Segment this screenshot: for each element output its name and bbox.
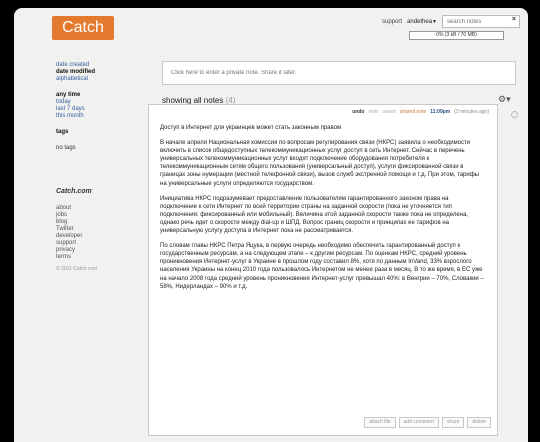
shared-note-badge: shared note: [399, 109, 427, 115]
tags-section: tags: [56, 128, 146, 136]
gear-icon[interactable]: ⚙▾: [498, 94, 511, 105]
note-ago: (3 minutes ago): [454, 109, 489, 115]
copyright: © 2011 Catch.com: [56, 266, 98, 272]
catch-logo[interactable]: Catch: [52, 16, 114, 40]
brand-name: Catch.com: [56, 188, 92, 195]
note-paragraph: В начале апреля Национальная комиссия по…: [160, 140, 479, 187]
time-this-month[interactable]: this month: [56, 113, 146, 120]
time-today[interactable]: today: [56, 99, 146, 106]
time-last-7-days[interactable]: last 7 days: [56, 106, 146, 113]
note-select-radio[interactable]: [511, 111, 518, 118]
link-jobs[interactable]: jobs: [56, 212, 146, 219]
note-time: 11:09pm: [430, 109, 451, 115]
link-twitter[interactable]: Twitter: [56, 226, 146, 233]
link-about[interactable]: about: [56, 205, 146, 212]
saved-status: saved: [382, 109, 396, 115]
note-title: Доступ в Интернет для украинцев может ст…: [160, 125, 342, 131]
note-body[interactable]: Доступ в Интернет для украинцев может ст…: [160, 124, 487, 298]
time-filter: any time today last 7 days this month: [56, 91, 146, 120]
sidebar: date created date modified alphabetical …: [56, 62, 146, 272]
close-icon[interactable]: ×: [512, 16, 516, 23]
note-paragraph: Инициатива НКРС подразумевает предоставл…: [160, 195, 469, 235]
support-link[interactable]: support: [382, 19, 402, 25]
link-blog[interactable]: blog: [56, 219, 146, 226]
note-actions: attach file add comment share delete: [364, 417, 491, 428]
sort-options: date created date modified alphabetical: [56, 62, 146, 83]
link-terms[interactable]: terms: [56, 254, 146, 261]
user-name: andethea: [407, 18, 433, 25]
undo-button[interactable]: undo: [352, 109, 364, 115]
no-tags-text: no tags: [56, 145, 76, 151]
sort-date-created[interactable]: date created: [56, 62, 146, 69]
search-input[interactable]: [442, 15, 520, 28]
note-header: undo redo saved shared note 11:09pm (3 m…: [352, 109, 489, 115]
attach-file-button[interactable]: attach file: [364, 417, 396, 428]
note-card[interactable]: undo redo saved shared note 11:09pm (3 m…: [148, 104, 498, 436]
footer-links: about jobs blog Twitter developer suppor…: [56, 205, 146, 261]
sort-alphabetical[interactable]: alphabetical: [56, 76, 146, 83]
chevron-down-icon: ▼: [432, 18, 437, 25]
private-note-input[interactable]: [162, 61, 516, 85]
redo-button[interactable]: redo: [368, 109, 378, 115]
storage-usage: 0% (3 kB / 70 MB): [409, 31, 504, 40]
delete-button[interactable]: delete: [467, 417, 491, 428]
top-bar: support andethea▼: [382, 15, 520, 28]
note-paragraph: По словам главы НКРС Петра Яцука, в перв…: [160, 243, 484, 290]
user-menu[interactable]: andethea▼: [407, 19, 437, 25]
share-button[interactable]: share: [441, 417, 465, 428]
add-comment-button[interactable]: add comment: [398, 417, 439, 428]
link-privacy[interactable]: privacy: [56, 247, 146, 254]
sort-date-modified[interactable]: date modified: [56, 69, 146, 76]
link-support[interactable]: support: [56, 240, 146, 247]
time-any[interactable]: any time: [56, 91, 146, 99]
link-developer[interactable]: developer: [56, 233, 146, 240]
tags-heading: tags: [56, 129, 69, 135]
